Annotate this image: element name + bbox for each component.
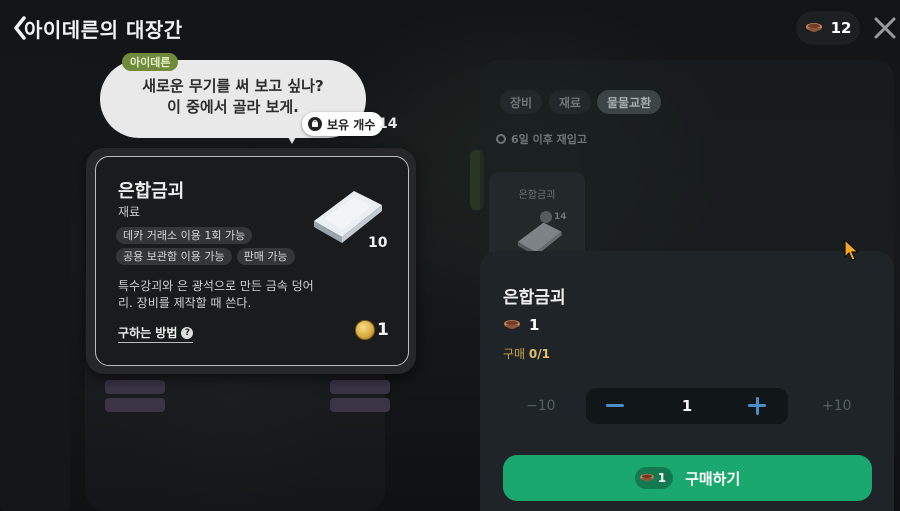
- plus-icon[interactable]: [755, 397, 759, 415]
- tab-barter[interactable]: 물물교환: [597, 90, 662, 114]
- gold-coin-icon: [355, 320, 375, 340]
- owned-label: 보유 개수: [327, 117, 376, 132]
- currency-amount: 12: [830, 19, 852, 37]
- bag-icon: [308, 117, 322, 131]
- shop-item-name: 은합금괴: [518, 190, 556, 201]
- close-button[interactable]: [872, 14, 898, 42]
- npc-sleeve-stripe: [330, 380, 390, 394]
- shop-item-owned-badge: 14: [540, 211, 567, 223]
- close-icon: [874, 17, 896, 39]
- purchase-button-cost-value: 1: [657, 471, 667, 485]
- npc-sleeve-stripe: [105, 380, 165, 394]
- tooltip-quantity: 10: [368, 235, 388, 251]
- purchase-button-cost: 1: [634, 467, 674, 489]
- tooltip-description: 특수강괴와 은 광석으로 만든 금속 덩어리. 장비를 제작할 때 쓴다.: [118, 279, 314, 310]
- howto-link[interactable]: 구하는 방법 ?: [118, 324, 194, 343]
- npc-name-badge: 아이데른: [122, 53, 179, 71]
- howto-label: 구하는 방법: [118, 326, 178, 340]
- question-icon: ?: [181, 326, 194, 339]
- tooltip-tags: 데카 거래소 이용 1회 가능 공용 보관함 이용 가능 판매 가능: [116, 227, 306, 265]
- tab-equipment[interactable]: 장비: [500, 90, 543, 114]
- purchase-item-name: 은합금괴: [503, 288, 566, 308]
- purchase-limit-label: 구매: [503, 347, 526, 361]
- purchase-limit-value: 0/1: [528, 347, 551, 361]
- plus-ten-button[interactable]: +10: [822, 398, 852, 414]
- tooltip-price: 1: [377, 320, 389, 340]
- owned-count: 14: [378, 116, 398, 132]
- tooltip-tag: 판매 가능: [236, 248, 295, 265]
- purchase-button-label: 구매하기: [685, 469, 741, 488]
- npc-sleeve-stripe: [105, 398, 165, 412]
- tooltip-item-name: 은합금괴: [118, 181, 185, 202]
- bowl-token-icon: [504, 320, 520, 329]
- quantity-stepper: 1: [586, 388, 788, 424]
- tooltip-item-type: 재료: [118, 205, 141, 219]
- restock-info: 6일 이후 재입고: [496, 131, 587, 147]
- bowl-token-icon: [639, 473, 654, 482]
- purchase-price-value: 1: [529, 316, 540, 334]
- bowl-token-icon: [805, 23, 822, 32]
- page-title: 아이데른의 대장간: [24, 18, 183, 42]
- item-tooltip: 은합금괴 재료 데카 거래소 이용 1회 가능 공용 보관함 이용 가능 판매 …: [95, 156, 409, 366]
- background-pillar: [0, 60, 70, 511]
- currency-display: 12: [796, 11, 860, 45]
- owned-count-pill: 보유 개수: [302, 112, 384, 136]
- speech-line: 새로운 무기를 써 보고 싶나?: [142, 77, 324, 95]
- minus-ten-button[interactable]: −10: [526, 398, 556, 414]
- mouse-cursor-icon: [844, 238, 860, 261]
- purchase-button[interactable]: 1 구매하기: [503, 455, 872, 501]
- purchase-price: 1: [503, 316, 539, 334]
- shop-item-owned-count: 14: [554, 212, 567, 222]
- tooltip-tag: 공용 보관함 이용 가능: [116, 248, 232, 265]
- bag-icon: [540, 211, 552, 223]
- npc-sleeve-stripe: [330, 398, 390, 412]
- tab-materials[interactable]: 재료: [549, 90, 592, 114]
- tooltip-tag: 데카 거래소 이용 1회 가능: [116, 227, 253, 244]
- clock-icon: [496, 134, 506, 144]
- restock-text: 6일 이후 재입고: [511, 133, 588, 146]
- purchase-limit: 구매 0/1: [503, 345, 550, 362]
